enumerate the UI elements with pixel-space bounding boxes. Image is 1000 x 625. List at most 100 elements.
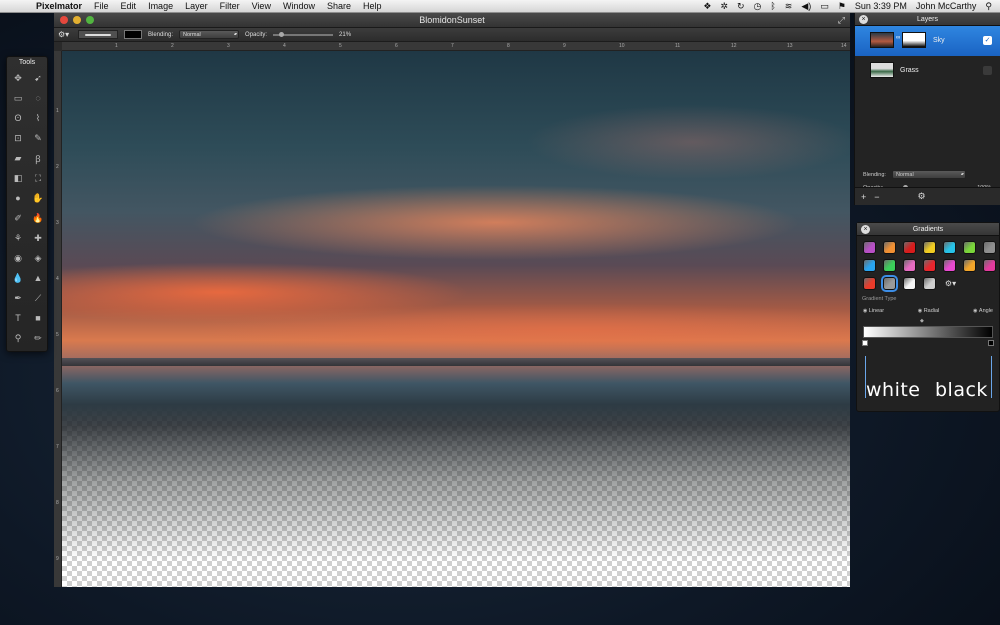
paint-icon[interactable]: ✐ xyxy=(8,208,28,228)
burn-icon[interactable]: 🔥 xyxy=(28,208,48,228)
brush-color-swatch[interactable] xyxy=(124,30,142,39)
ruler-tick-label: 12 xyxy=(731,43,737,49)
status-menus: ❖ ✲ ↻ ◷ ᛒ ≋ ◀) ▭ ⚑ Sun 3:39 PM John McCa… xyxy=(703,1,1000,12)
crop-icon[interactable]: ⊡ xyxy=(8,128,28,148)
gradient-swatch[interactable] xyxy=(923,259,936,272)
brush-icon[interactable]: ꞵ xyxy=(28,148,48,168)
time-machine-icon[interactable]: ◷ xyxy=(754,1,762,12)
gradient-swatch[interactable] xyxy=(963,241,976,254)
text-icon[interactable]: T xyxy=(8,308,28,328)
gradient-icon[interactable]: ◧ xyxy=(8,168,28,188)
color-picker-icon[interactable]: ✏ xyxy=(28,328,48,348)
gradient-swatch[interactable] xyxy=(943,259,956,272)
pen-icon[interactable]: ✒ xyxy=(8,288,28,308)
flag-icon[interactable]: ⚑ xyxy=(838,1,846,12)
menu-filter[interactable]: Filter xyxy=(214,1,246,11)
user-name[interactable]: John McCarthy xyxy=(916,1,977,11)
shape-icon[interactable]: ■ xyxy=(28,308,48,328)
polygon-lasso-icon[interactable]: ⌇ xyxy=(28,108,48,128)
gradient-swatch[interactable] xyxy=(903,277,916,290)
gradient-swatch[interactable] xyxy=(881,275,898,292)
sunset-sky-image xyxy=(62,51,850,587)
gradient-swatch[interactable] xyxy=(943,241,956,254)
remove-layer-button[interactable]: − xyxy=(874,192,879,202)
gradient-swatch[interactable] xyxy=(963,259,976,272)
bluetooth-status-icon[interactable]: ᛒ xyxy=(770,1,775,11)
menu-help[interactable]: Help xyxy=(357,1,388,11)
brush-preset-picker[interactable] xyxy=(78,30,118,39)
ellipse-marquee-icon[interactable]: ◌ xyxy=(28,88,48,108)
layer-visibility-checkbox[interactable]: ✓ xyxy=(983,36,992,45)
arrow-select-icon[interactable]: ➹ xyxy=(28,68,48,88)
lasso-icon[interactable]: ʘ xyxy=(8,108,28,128)
gradient-swatch[interactable] xyxy=(863,241,876,254)
gradient-stop-black[interactable] xyxy=(988,340,994,346)
sync-icon[interactable]: ↻ xyxy=(737,1,745,12)
close-panel-icon[interactable]: × xyxy=(861,225,870,234)
zoom-icon[interactable]: ⚲ xyxy=(8,328,28,348)
layer-mask-thumbnail[interactable] xyxy=(902,32,926,48)
magic-eraser-icon[interactable]: ◈ xyxy=(28,248,48,268)
move-icon[interactable]: ✥ xyxy=(8,68,28,88)
gradient-swatch[interactable] xyxy=(863,277,876,290)
gradient-swatch[interactable] xyxy=(923,277,936,290)
eyedropper-icon[interactable]: ✎ xyxy=(28,128,48,148)
gradient-swatch[interactable] xyxy=(923,241,936,254)
battery-icon[interactable]: ▭ xyxy=(820,1,829,12)
menu-view[interactable]: View xyxy=(246,1,277,11)
red-eye-icon[interactable]: ◉ xyxy=(8,248,28,268)
menu-app[interactable]: Pixelmator xyxy=(30,1,88,11)
gradient-type-linear-radio[interactable]: Linear xyxy=(863,308,884,314)
layer-row-grass[interactable]: Grass ✓ xyxy=(855,56,1000,86)
close-panel-icon[interactable]: × xyxy=(859,15,868,24)
blur-icon[interactable]: 💧 xyxy=(8,268,28,288)
tool-settings-gear-icon[interactable]: ⚙▾ xyxy=(58,30,72,39)
mask-link-icon[interactable]: ∞ xyxy=(896,35,900,41)
menu-file[interactable]: File xyxy=(88,1,115,11)
add-layer-button[interactable]: + xyxy=(861,192,866,202)
clock[interactable]: Sun 3:39 PM xyxy=(855,1,907,11)
eraser-icon[interactable]: ▰ xyxy=(8,148,28,168)
layer-settings-gear-icon[interactable]: ⚙ xyxy=(918,191,926,202)
gradient-swatch[interactable] xyxy=(883,241,896,254)
fullscreen-icon[interactable]: ⤢ xyxy=(838,15,845,26)
gradient-swatch[interactable] xyxy=(903,259,916,272)
layer-blending-select[interactable]: Normal xyxy=(891,170,966,179)
spotlight-search-icon[interactable]: ⚲ xyxy=(985,1,992,12)
gradient-swatch[interactable] xyxy=(883,259,896,272)
layer-row-sky[interactable]: ∞ Sky ✓ xyxy=(855,26,1000,56)
gradient-type-angle-radio[interactable]: Angle xyxy=(973,308,993,314)
white-stop-label: white xyxy=(866,379,921,401)
volume-icon[interactable]: ◀) xyxy=(801,1,811,12)
menu-image[interactable]: Image xyxy=(142,1,179,11)
layer-visibility-checkbox[interactable]: ✓ xyxy=(983,66,992,75)
sponge-icon[interactable]: ● xyxy=(8,188,28,208)
gradient-swatch[interactable] xyxy=(903,241,916,254)
gradient-swatch[interactable] xyxy=(983,241,996,254)
gradient-swatch[interactable] xyxy=(863,259,876,272)
sharpen-icon[interactable]: ▲ xyxy=(28,268,48,288)
image-canvas[interactable] xyxy=(62,51,850,587)
blending-select[interactable]: Normal xyxy=(179,30,240,39)
gradient-midpoint-marker-icon[interactable]: ◆ xyxy=(920,318,924,324)
menu-layer[interactable]: Layer xyxy=(179,1,214,11)
paint-bucket-icon[interactable]: ⛶ xyxy=(28,168,48,188)
gradient-settings-gear-icon[interactable]: ⚙▾ xyxy=(943,277,958,290)
gradient-swatch[interactable] xyxy=(983,259,996,272)
menu-edit[interactable]: Edit xyxy=(115,1,143,11)
gradient-stop-white[interactable] xyxy=(862,340,868,346)
window-titlebar[interactable]: BlomidonSunset ⤢ xyxy=(54,13,850,28)
menu-share[interactable]: Share xyxy=(321,1,357,11)
bluetooth-icon[interactable]: ✲ xyxy=(720,1,728,12)
gradient-preview-bar[interactable] xyxy=(863,326,993,338)
dropbox-icon[interactable]: ❖ xyxy=(703,1,711,12)
gradient-type-radial-radio[interactable]: Radial xyxy=(918,308,940,314)
smudge-icon[interactable]: ✋ xyxy=(28,188,48,208)
heal-icon[interactable]: ✚ xyxy=(28,228,48,248)
menu-window[interactable]: Window xyxy=(277,1,321,11)
stamp-icon[interactable]: ⚘ xyxy=(8,228,28,248)
freeform-pen-icon[interactable]: ⟋ xyxy=(28,288,48,308)
opacity-slider[interactable] xyxy=(273,31,334,37)
rect-marquee-icon[interactable]: ▭ xyxy=(8,88,28,108)
wifi-icon[interactable]: ≋ xyxy=(785,1,793,12)
